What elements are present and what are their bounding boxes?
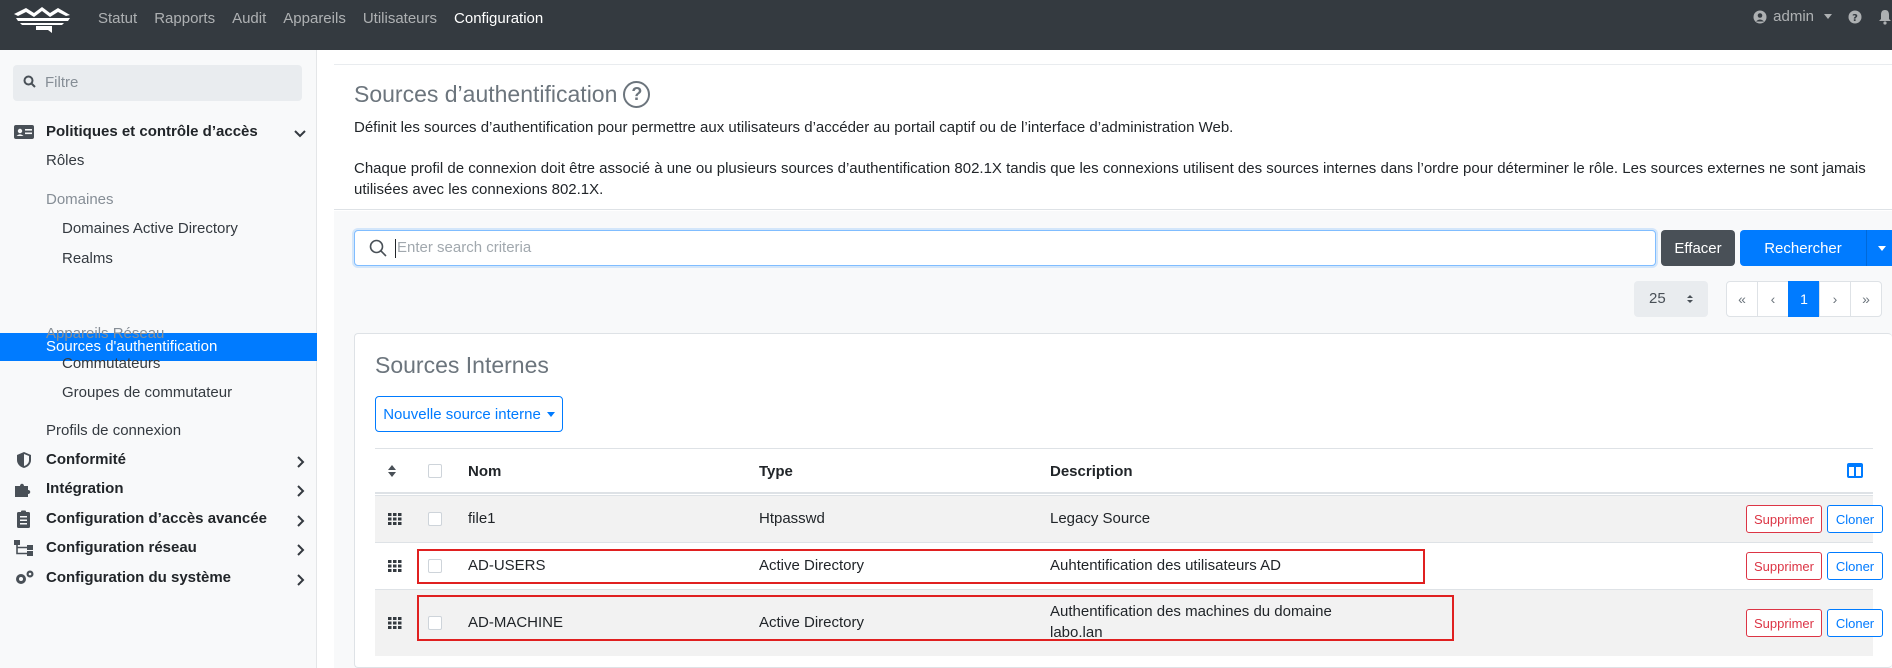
new-internal-source-button[interactable]: Nouvelle source interne xyxy=(375,396,563,432)
select-all-checkbox[interactable] xyxy=(428,464,442,478)
delete-button[interactable]: Supprimer xyxy=(1746,609,1822,637)
sidebar-group-network-devices: Appareils Réseau xyxy=(46,325,165,342)
sort-arrows-icon xyxy=(1687,295,1693,303)
sidebar-item-ad-domains[interactable]: Domaines Active Directory xyxy=(62,220,238,237)
main-content: Sources d’authentification ? Définit les… xyxy=(334,50,1892,668)
svg-text:?: ? xyxy=(1852,13,1858,24)
main-nav: Statut Rapports Audit Appareils Utilisat… xyxy=(98,8,560,29)
help-icon[interactable]: ? xyxy=(1848,10,1862,24)
card-title: Sources Internes xyxy=(375,352,549,378)
search-options-dropdown[interactable] xyxy=(1866,230,1892,266)
sidebar-item-connection-profiles[interactable]: Profils de connexion xyxy=(46,422,181,439)
chevron-right-icon[interactable] xyxy=(292,572,308,588)
delete-button[interactable]: Supprimer xyxy=(1746,552,1822,580)
sidebar-section-compliance[interactable]: Conformité xyxy=(46,451,126,468)
sidebar-group-domains: Domaines xyxy=(46,191,114,208)
chevron-down-icon xyxy=(1824,14,1832,19)
page-title-text: Sources d’authentification xyxy=(354,81,618,107)
caret-down-icon xyxy=(546,411,555,417)
table-header: Nom Type Description xyxy=(375,448,1873,494)
pager-last[interactable]: » xyxy=(1850,281,1882,317)
cogs-icon xyxy=(16,570,34,584)
drag-handle-icon[interactable] xyxy=(388,617,402,629)
chevron-right-icon[interactable] xyxy=(292,513,308,529)
page-title: Sources d’authentification ? xyxy=(354,81,651,108)
nav-users[interactable]: Utilisateurs xyxy=(363,8,446,29)
topbar-right: admin ? xyxy=(1753,8,1892,25)
packetfence-logo[interactable] xyxy=(12,4,74,34)
cell-description: Legacy Source xyxy=(1050,510,1151,527)
search-button[interactable]: Rechercher xyxy=(1740,230,1866,266)
sidebar-item-roles[interactable]: Rôles xyxy=(46,152,84,169)
nav-reports[interactable]: Rapports xyxy=(154,8,224,29)
text-cursor xyxy=(395,239,396,258)
user-icon xyxy=(1753,10,1767,23)
sidebar-section-network-config[interactable]: Configuration réseau xyxy=(46,539,197,556)
top-navbar: Statut Rapports Audit Appareils Utilisat… xyxy=(0,0,1892,50)
cell-name: file1 xyxy=(468,510,496,527)
chevron-down-icon[interactable] xyxy=(292,126,308,142)
clone-button[interactable]: Cloner xyxy=(1827,609,1883,637)
highlight-box-ad-users xyxy=(417,549,1425,584)
search-icon xyxy=(23,75,36,88)
pager-prev[interactable]: ‹ xyxy=(1757,281,1789,317)
sidebar-item-switch-groups[interactable]: Groupes de commutateur xyxy=(62,384,232,401)
pager-first[interactable]: « xyxy=(1726,281,1758,317)
delete-button[interactable]: Supprimer xyxy=(1746,505,1822,533)
page-header: Sources d’authentification ? Définit les… xyxy=(334,64,1892,210)
id-card-icon xyxy=(14,125,34,139)
column-header-description[interactable]: Description xyxy=(1050,463,1133,480)
shield-icon xyxy=(17,452,31,468)
caret-down-icon xyxy=(1877,245,1886,251)
column-header-type[interactable]: Type xyxy=(759,463,793,480)
drag-handle-icon[interactable] xyxy=(388,513,402,525)
clone-button[interactable]: Cloner xyxy=(1827,552,1883,580)
table-row[interactable]: file1 Htpasswd Legacy Source Supprimer C… xyxy=(375,495,1883,542)
sidebar-filter-input[interactable]: Filtre xyxy=(13,65,302,101)
sidebar-filter-placeholder: Filtre xyxy=(45,74,79,91)
sidebar-item-switches[interactable]: Commutateurs xyxy=(62,355,160,372)
row-checkbox[interactable] xyxy=(428,512,442,526)
search-placeholder: Enter search criteria xyxy=(397,239,532,256)
column-header-name[interactable]: Nom xyxy=(468,463,501,480)
sidebar: Filtre Politiques et contrôle d’accès Rô… xyxy=(0,50,317,668)
sidebar-section-integration[interactable]: Intégration xyxy=(46,480,124,497)
chevron-right-icon[interactable] xyxy=(292,454,308,470)
puzzle-icon xyxy=(15,483,31,497)
highlight-box-ad-machine xyxy=(417,595,1454,641)
chevron-right-icon[interactable] xyxy=(292,542,308,558)
columns-icon[interactable] xyxy=(1847,463,1863,478)
page-description-detail: Chaque profil de connexion doit être ass… xyxy=(354,160,1866,198)
search-input[interactable]: Enter search criteria xyxy=(354,230,1656,266)
sidebar-item-realms[interactable]: Realms xyxy=(62,250,113,267)
user-name: admin xyxy=(1773,8,1814,25)
sidebar-section-policies[interactable]: Politiques et contrôle d’accès xyxy=(46,123,258,140)
clone-button[interactable]: Cloner xyxy=(1827,505,1883,533)
nav-devices[interactable]: Appareils xyxy=(283,8,355,29)
page-description: Définit les sources d’authentification p… xyxy=(354,119,1234,136)
drag-handle-icon[interactable] xyxy=(388,560,402,572)
question-circle-icon[interactable]: ? xyxy=(623,81,651,108)
chevron-right-icon[interactable] xyxy=(292,483,308,499)
sidebar-section-system-config[interactable]: Configuration du système xyxy=(46,569,231,586)
nav-audit[interactable]: Audit xyxy=(232,8,275,29)
cell-type: Htpasswd xyxy=(759,510,825,527)
nav-configuration[interactable]: Configuration xyxy=(454,8,552,29)
clear-button[interactable]: Effacer xyxy=(1661,230,1735,266)
clipboard-list-icon xyxy=(17,510,30,528)
internal-sources-card: Sources Internes Nouvelle source interne… xyxy=(354,333,1892,668)
user-menu[interactable]: admin xyxy=(1753,8,1832,25)
nav-status[interactable]: Statut xyxy=(98,8,146,29)
new-internal-source-label: Nouvelle source interne xyxy=(383,405,541,423)
per-page-value: 25 xyxy=(1649,290,1666,307)
search-icon xyxy=(369,239,387,257)
pagination: « ‹ 1 › » xyxy=(1726,281,1882,317)
sidebar-section-advanced-access[interactable]: Configuration d’accès avancée xyxy=(46,510,267,527)
pager-next[interactable]: › xyxy=(1819,281,1851,317)
per-page-select[interactable]: 25 xyxy=(1634,281,1708,317)
bell-icon[interactable] xyxy=(1878,9,1892,25)
sort-icon[interactable] xyxy=(387,464,397,478)
network-icon xyxy=(14,540,33,556)
pager-page-1[interactable]: 1 xyxy=(1788,281,1820,317)
